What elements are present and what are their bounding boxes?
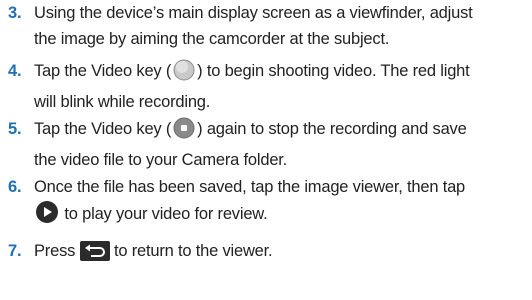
step-number: 5. bbox=[8, 120, 22, 138]
step-3: 3. Using the device’s main display scree… bbox=[8, 0, 528, 52]
instructions-page: 3. Using the device’s main display scree… bbox=[0, 0, 532, 300]
step-text-line: the video file to your Camera folder. bbox=[34, 151, 288, 169]
step-text-line: Using the device’s main display screen a… bbox=[34, 4, 473, 22]
step-text-line: will blink while recording. bbox=[34, 93, 211, 111]
step-text: ) to begin shooting video. The red light bbox=[197, 62, 470, 80]
step-number: 7. bbox=[8, 242, 22, 260]
step-text-line: Press to return to the viewer. bbox=[8, 238, 528, 269]
step-number: 4. bbox=[8, 62, 22, 80]
video-record-key-icon bbox=[171, 59, 197, 89]
step-text: Press bbox=[34, 242, 76, 260]
step-5: 5. Tap the Video key ( ) again to stop th… bbox=[8, 116, 528, 173]
back-key-icon bbox=[79, 241, 110, 269]
step-text-line: the image by aiming the camcorder at the… bbox=[34, 30, 390, 48]
step-text: ) again to stop the recording and save bbox=[197, 120, 467, 138]
step-number: 6. bbox=[8, 178, 22, 196]
step-7: 7. Press to return to the viewer. bbox=[8, 238, 528, 269]
step-text: Tap the Video key ( bbox=[34, 120, 172, 138]
play-icon bbox=[34, 200, 60, 232]
step-4: 4. Tap the Video key ( ) to begin shootin… bbox=[8, 58, 528, 115]
step-text: Tap the Video key ( bbox=[34, 62, 172, 80]
step-text-line: to play your video for review. bbox=[8, 200, 528, 232]
step-text-line: Tap the Video key ( ) to begin shooting v… bbox=[8, 58, 528, 89]
step-text-line: Tap the Video key ( ) again to stop the r… bbox=[8, 116, 528, 147]
step-number: 3. bbox=[8, 4, 22, 22]
step-text: to play your video for review. bbox=[64, 205, 268, 223]
step-6: 6. Once the file has been saved, tap the… bbox=[8, 174, 528, 232]
step-text-line: Once the file has been saved, tap the im… bbox=[34, 178, 466, 196]
video-stop-key-icon bbox=[171, 117, 197, 147]
step-text: to return to the viewer. bbox=[113, 242, 273, 260]
